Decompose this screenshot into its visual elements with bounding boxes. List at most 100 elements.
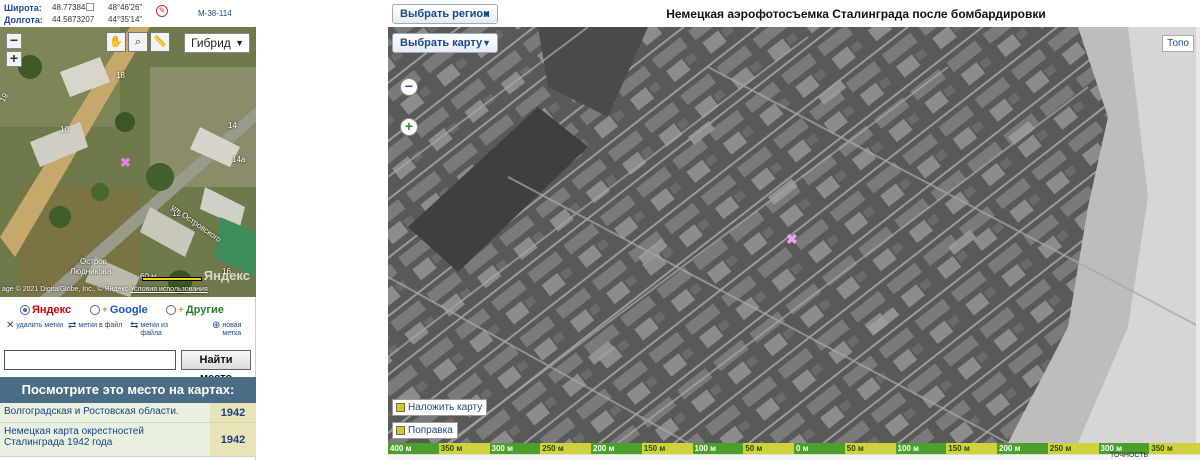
- right-panel: Выбрать регион ▼ Немецкая аэрофотосъемка…: [388, 0, 1200, 460]
- map-name[interactable]: Немецкая карта окрестностей Сталинграда …: [0, 423, 208, 451]
- radio-google[interactable]: [90, 305, 100, 315]
- delete-marks-button[interactable]: ✕ удалить метки: [6, 320, 64, 331]
- layer-select-label: Гибрид: [191, 36, 231, 50]
- correction-icon: [396, 426, 405, 435]
- load-marks-button[interactable]: ⇆ метки из файла: [130, 320, 190, 338]
- delete-marks-label: удалить метки: [16, 322, 64, 329]
- map-sheet-code: M-38-114: [198, 9, 232, 18]
- zoom-out-button[interactable]: −: [400, 78, 418, 96]
- building-label: 18: [116, 71, 125, 80]
- map-header: Выбрать регион ▼ Немецкая аэрофотосъемка…: [388, 0, 1200, 27]
- place-search-input[interactable]: [4, 350, 176, 370]
- load-marks-label: метки из файла: [140, 322, 169, 337]
- building-label: 10: [60, 125, 69, 134]
- ruler-icon[interactable]: 📏: [150, 32, 170, 52]
- chevron-down-icon: ▼: [235, 38, 244, 48]
- find-place-button[interactable]: Найти место: [181, 350, 251, 384]
- save-marks-icon: ⇄: [68, 320, 77, 331]
- scale-segment: 350 м: [438, 443, 490, 454]
- scale-segment: 100 м: [895, 443, 947, 454]
- overlay-icon: [396, 403, 405, 412]
- main-map[interactable]: Выбрать карту ▼ Топо − + ✖ Наложить карт…: [388, 27, 1200, 443]
- place-label: Остров: [80, 257, 108, 266]
- copyright-text: age © 2021 DigitalGlobe, Inc., © Яндекс: [2, 286, 129, 293]
- provider-yandex-label: Яндекс: [32, 304, 72, 316]
- correction-label: Поправка: [408, 425, 453, 436]
- minimap-copyright: age © 2021 DigitalGlobe, Inc., © Яндекс …: [2, 286, 208, 293]
- scale-segment: 50 м: [844, 443, 896, 454]
- page-title: Немецкая аэрофотосъемка Сталинграда посл…: [666, 7, 1046, 21]
- longitude-decimal: 44.5873207: [52, 15, 95, 24]
- yandex-watermark: Яндекс: [203, 268, 250, 283]
- new-mark-icon: ⊕: [212, 320, 221, 331]
- map-year: 1942: [210, 423, 256, 456]
- terms-link[interactable]: Условия использования: [130, 286, 208, 293]
- location-marker-icon: ✖: [120, 155, 131, 170]
- provider-other-label: Другие: [185, 304, 224, 316]
- latitude-copy-box[interactable]: [86, 3, 94, 11]
- chevron-down-icon: ▼: [482, 9, 491, 19]
- scale-segment: 200 м: [591, 443, 642, 454]
- scale-segment: 150 м: [641, 443, 693, 454]
- save-marks-button[interactable]: ⇄ метки в файл: [68, 320, 126, 331]
- longitude-dms: 44°35'14": [108, 15, 143, 24]
- scale-segment: 300 м: [489, 443, 541, 454]
- provider-selector: Яндекс + Google + Другие: [0, 300, 256, 320]
- map-footer: ТОЧНОСТЬ: [388, 452, 1200, 460]
- footer-label: ТОЧНОСТЬ: [1110, 452, 1149, 459]
- minimap-zoom-in-button[interactable]: +: [6, 51, 22, 67]
- minimap[interactable]: − + ✋ ⌕ 📏 Гибрид ▼ 19 18 14 14а 12 16 10…: [0, 27, 256, 297]
- map-year: 1942: [210, 403, 256, 422]
- scale-segment: 250 м: [540, 443, 591, 454]
- delete-marks-icon: ✕: [6, 320, 15, 331]
- provider-google-label: Google: [109, 304, 148, 316]
- topo-button[interactable]: Топо: [1162, 35, 1194, 52]
- layer-select[interactable]: Гибрид ▼: [184, 33, 250, 53]
- plus-icon: +: [178, 304, 184, 316]
- scale-segment: 150 м: [946, 443, 997, 454]
- latitude-label: Широта:: [4, 3, 42, 13]
- list-item[interactable]: Немецкая карта окрестностей Сталинграда …: [0, 423, 256, 457]
- load-marks-icon: ⇆: [130, 320, 139, 331]
- minimap-zoom-out-button[interactable]: −: [6, 33, 22, 49]
- minimap-scale-bar: [142, 277, 202, 281]
- scale-segment: 400 м: [388, 443, 439, 454]
- building-label: 14а: [232, 155, 246, 164]
- latitude-dms: 48°46'26": [108, 3, 143, 12]
- map-name[interactable]: Волгоградская и Ростовская области.: [0, 403, 208, 420]
- provider-google[interactable]: + Google: [90, 304, 148, 316]
- radio-other[interactable]: [166, 305, 176, 315]
- zoom-in-button[interactable]: +: [400, 118, 418, 136]
- building-label: 14: [228, 121, 237, 130]
- scale-segment: 0 м: [794, 443, 845, 454]
- correction-button[interactable]: Поправка: [392, 422, 458, 439]
- scale-segment: 250 м: [1047, 443, 1099, 454]
- see-on-maps-header: Посмотрите это место на картах:: [0, 377, 256, 403]
- scale-segment: 200 м: [997, 443, 1048, 454]
- list-item[interactable]: Волгоградская и Ростовская области. 1942: [0, 403, 256, 423]
- provider-yandex[interactable]: Яндекс: [20, 304, 71, 316]
- map-scrollbar[interactable]: [1196, 27, 1200, 443]
- select-region-label: Выбрать регион: [400, 8, 490, 20]
- radio-yandex[interactable]: [20, 305, 30, 315]
- scale-segment: 100 м: [692, 443, 744, 454]
- marks-toolbar: ✕ удалить метки ⇄ метки в файл ⇆ метки и…: [0, 320, 256, 346]
- longitude-label: Долгота:: [4, 15, 43, 25]
- hand-pan-icon[interactable]: ✋: [106, 32, 126, 52]
- new-mark-button[interactable]: ⊕ новая метка: [212, 320, 256, 338]
- overlay-map-button[interactable]: Наложить карту: [392, 399, 488, 416]
- provider-other[interactable]: + Другие: [166, 304, 224, 316]
- maps-list: Волгоградская и Ростовская области. 1942…: [0, 403, 256, 457]
- scale-segment: 50 м: [743, 443, 794, 454]
- new-mark-label: новая метка: [222, 322, 242, 337]
- save-marks-label: метки в файл: [78, 322, 123, 329]
- coordinates-bar: Широта: 48.7738481 48°46'26" Долгота: 44…: [0, 0, 256, 26]
- select-map-label: Выбрать карту: [400, 37, 483, 49]
- location-marker-icon: ✖: [786, 231, 798, 247]
- select-region-button[interactable]: Выбрать регион ▼: [392, 4, 498, 24]
- scale-segment: 350 м: [1149, 443, 1200, 454]
- plus-icon: +: [102, 304, 108, 316]
- select-map-button[interactable]: Выбрать карту ▼: [392, 33, 498, 53]
- compass-icon[interactable]: ✎: [156, 5, 168, 17]
- magnifier-zoom-icon[interactable]: ⌕: [128, 32, 148, 52]
